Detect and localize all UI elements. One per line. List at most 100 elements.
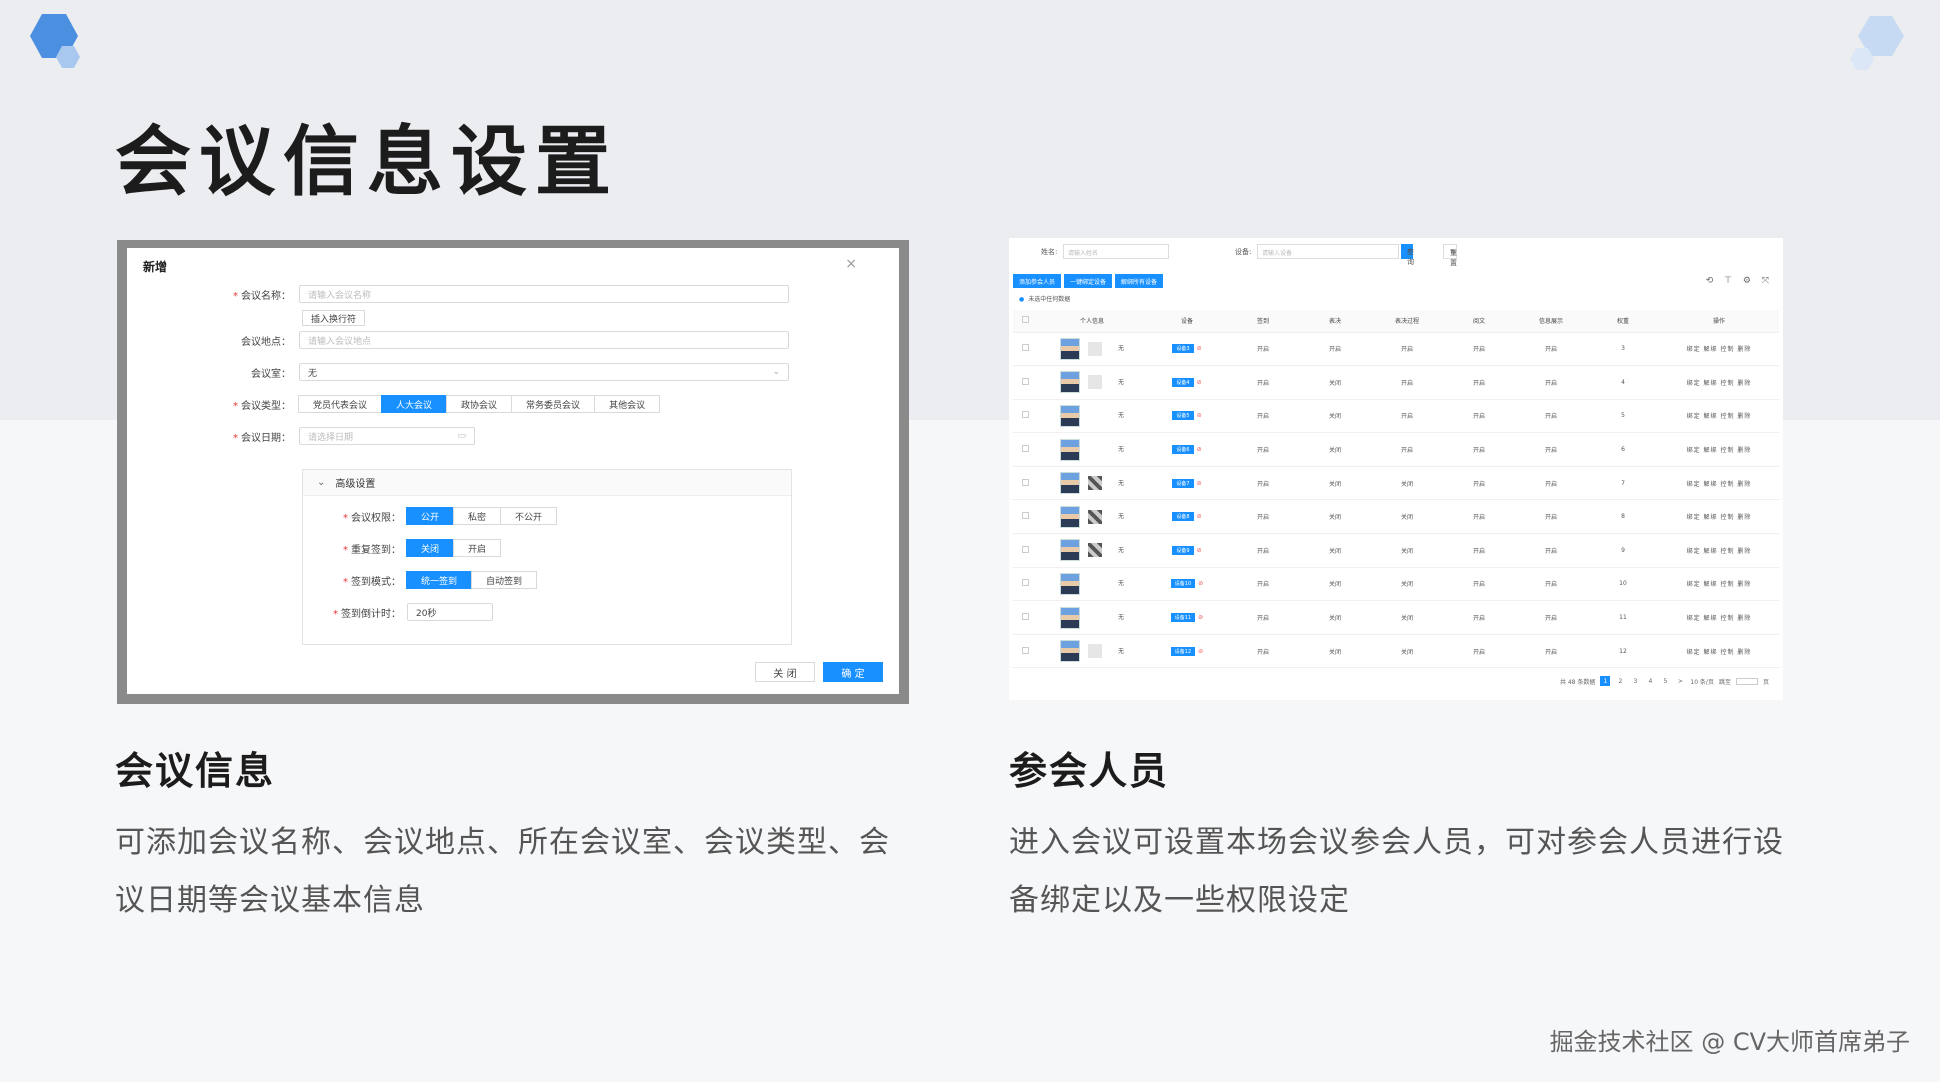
row-checkbox[interactable] bbox=[1021, 646, 1029, 654]
row-actions[interactable]: 绑定 解绑 控制 删除 bbox=[1659, 399, 1779, 434]
row-checkbox[interactable] bbox=[1021, 411, 1029, 419]
type-option[interactable]: 党员代表会议 bbox=[298, 395, 383, 413]
avatar bbox=[1059, 337, 1080, 360]
row-checkbox[interactable] bbox=[1021, 579, 1029, 587]
row-actions[interactable]: 绑定 解绑 控制 删除 bbox=[1659, 432, 1779, 467]
advanced-settings-header[interactable]: ⌄ 高级设置 bbox=[303, 470, 791, 496]
page-size-select[interactable]: 10 条/页 bbox=[1690, 677, 1714, 686]
table-row[interactable]: 无设备4 ⊘ 开启 关闭 开启 开启 开启 4 绑定 解绑 控制 删除 bbox=[1013, 365, 1779, 400]
table-row[interactable]: 无设备8 ⊘ 开启 关闭 关闭 开启 开启 8 绑定 解绑 控制 删除 bbox=[1013, 499, 1779, 535]
delete-device-icon[interactable]: ⊘ bbox=[1197, 345, 1202, 352]
device-filter-input[interactable]: 请输入设备 bbox=[1257, 244, 1399, 259]
meeting-room-row: 会议室： 无 ⌄ bbox=[127, 362, 789, 382]
row-checkbox[interactable] bbox=[1021, 377, 1029, 385]
confirm-button[interactable]: 确 定 bbox=[823, 662, 883, 682]
table-row[interactable]: 无设备6 ⊘ 开启 关闭 开启 开启 开启 6 绑定 解绑 控制 删除 bbox=[1013, 432, 1779, 467]
query-button[interactable]: ⌕ 查询 bbox=[1401, 244, 1414, 266]
device-tag[interactable]: 设备9 bbox=[1172, 545, 1194, 555]
delete-device-icon[interactable]: ⊘ bbox=[1198, 648, 1203, 655]
avatar bbox=[1059, 572, 1080, 595]
countdown-input[interactable]: 20秒 bbox=[407, 603, 493, 621]
permission-option[interactable]: 不公开 bbox=[500, 507, 558, 525]
row-checkbox[interactable] bbox=[1021, 478, 1029, 486]
meeting-date-picker[interactable]: 请选择日期 ▭ bbox=[299, 427, 475, 445]
name-filter-input[interactable]: 请输入姓名 bbox=[1063, 244, 1169, 259]
next-page-icon[interactable]: > bbox=[1675, 676, 1685, 686]
type-option-selected[interactable]: 人大会议 bbox=[381, 395, 448, 413]
page-button[interactable]: 2 bbox=[1615, 676, 1625, 686]
type-option[interactable]: 其他会议 bbox=[594, 395, 661, 413]
delete-device-icon[interactable]: ⊘ bbox=[1198, 580, 1203, 587]
close-button[interactable]: 关 闭 bbox=[755, 662, 815, 682]
device-tag[interactable]: 设备5 bbox=[1172, 411, 1194, 421]
delete-device-icon[interactable]: ⊘ bbox=[1197, 480, 1202, 487]
row-actions[interactable]: 绑定 解绑 控制 删除 bbox=[1659, 634, 1779, 669]
device-tag[interactable]: 设备4 bbox=[1172, 377, 1194, 387]
table-row[interactable]: 无设备9 ⊘ 开启 关闭 关闭 开启 开启 9 绑定 解绑 控制 删除 bbox=[1013, 533, 1779, 568]
unbind-devices-button[interactable]: 解绑所有设备 bbox=[1115, 274, 1164, 288]
row-checkbox[interactable] bbox=[1021, 545, 1029, 553]
table-row[interactable]: 无设备3 ⊘ 开启 开启 开启 开启 开启 3 绑定 解绑 控制 删除 bbox=[1013, 332, 1779, 367]
permission-option-selected[interactable]: 公开 bbox=[406, 507, 455, 525]
type-option[interactable]: 政协会议 bbox=[446, 395, 513, 413]
row-actions[interactable]: 绑定 解绑 控制 删除 bbox=[1659, 365, 1779, 400]
repeat-option[interactable]: 开启 bbox=[453, 539, 502, 557]
meeting-name-input[interactable]: 请输入会议名称 bbox=[299, 285, 789, 303]
row-actions[interactable]: 绑定 解绑 控制 删除 bbox=[1659, 567, 1779, 602]
device-tag[interactable]: 设备3 bbox=[1172, 344, 1194, 354]
delete-device-icon[interactable]: ⊘ bbox=[1197, 379, 1202, 386]
attendees-screenshot: 姓名: 请输入姓名 设备: 请输入设备 ⌕ 查询 ↻ 重置 添加参会人员 一键绑定设… bbox=[1009, 238, 1783, 700]
page-button[interactable]: 3 bbox=[1630, 676, 1640, 686]
page-button[interactable]: 4 bbox=[1645, 676, 1655, 686]
signin-mode-option[interactable]: 自动签到 bbox=[471, 571, 538, 589]
delete-device-icon[interactable]: ⊘ bbox=[1197, 513, 1202, 520]
signin-mode-option-selected[interactable]: 统一签到 bbox=[406, 571, 473, 589]
row-checkbox[interactable] bbox=[1021, 344, 1029, 352]
page-button[interactable]: 1 bbox=[1600, 676, 1611, 686]
meeting-room-select[interactable]: 无 ⌄ bbox=[299, 363, 789, 381]
meeting-location-input[interactable]: 请输入会议地点 bbox=[299, 331, 789, 349]
add-attendee-button[interactable]: 添加参会人员 bbox=[1013, 274, 1062, 288]
row-actions[interactable]: 绑定 解绑 控制 删除 bbox=[1659, 332, 1779, 367]
info-cell: 开启 bbox=[1515, 399, 1587, 434]
table-row[interactable]: 无设备11 ⊘ 开启 关闭 关闭 开启 开启 11 绑定 解绑 控制 删除 bbox=[1013, 600, 1779, 635]
avatar bbox=[1059, 404, 1080, 427]
device-tag[interactable]: 设备10 bbox=[1170, 579, 1196, 589]
delete-device-icon[interactable]: ⊘ bbox=[1197, 547, 1202, 554]
meeting-room-label: 会议室： bbox=[251, 368, 291, 380]
delete-device-icon[interactable]: ⊘ bbox=[1198, 614, 1203, 621]
row-checkbox[interactable] bbox=[1021, 613, 1029, 621]
table-tools-icons[interactable]: ⟲ ⊤ ⚙ ⤧ bbox=[1706, 276, 1773, 286]
reset-button[interactable]: ↻ 重置 bbox=[1443, 244, 1457, 267]
device-tag[interactable]: 设备7 bbox=[1172, 478, 1194, 488]
meeting-date-row: * 会议日期： 请选择日期 ▭ bbox=[127, 426, 475, 446]
row-actions[interactable]: 绑定 解绑 控制 删除 bbox=[1659, 499, 1779, 535]
vote-cell: 关闭 bbox=[1299, 634, 1371, 669]
close-icon[interactable]: × bbox=[845, 256, 857, 272]
type-option[interactable]: 常务委员会议 bbox=[511, 395, 596, 413]
jump-input[interactable] bbox=[1735, 677, 1758, 685]
delete-device-icon[interactable]: ⊘ bbox=[1197, 446, 1202, 453]
insert-newline-button[interactable]: 插入换行符 bbox=[302, 310, 366, 326]
table-row[interactable]: 无设备7 ⊘ 开启 关闭 关闭 开启 开启 7 绑定 解绑 控制 删除 bbox=[1013, 466, 1779, 501]
page-button[interactable]: 5 bbox=[1660, 676, 1670, 686]
table-row[interactable]: 无设备10 ⊘ 开启 关闭 关闭 开启 开启 10 绑定 解绑 控制 删除 bbox=[1013, 567, 1779, 602]
delete-device-icon[interactable]: ⊘ bbox=[1197, 412, 1202, 419]
device-tag[interactable]: 设备12 bbox=[1170, 646, 1196, 656]
row-checkbox[interactable] bbox=[1021, 512, 1029, 520]
select-all-checkbox[interactable] bbox=[1021, 316, 1029, 324]
table-row[interactable]: 无设备12 ⊘ 开启 关闭 关闭 开启 开启 12 绑定 解绑 控制 删除 bbox=[1013, 634, 1779, 669]
device-tag[interactable]: 设备6 bbox=[1172, 445, 1194, 455]
table-row[interactable]: 无设备5 ⊘ 开启 关闭 开启 开启 开启 5 绑定 解绑 控制 删除 bbox=[1013, 399, 1779, 434]
weight-cell: 4 bbox=[1587, 365, 1659, 400]
repeat-option-selected[interactable]: 关闭 bbox=[406, 539, 455, 557]
row-actions[interactable]: 绑定 解绑 控制 删除 bbox=[1659, 466, 1779, 501]
device-tag[interactable]: 设备8 bbox=[1172, 512, 1194, 522]
bind-devices-button[interactable]: 一键绑定设备 bbox=[1064, 274, 1113, 288]
row-actions[interactable]: 绑定 解绑 控制 删除 bbox=[1659, 600, 1779, 635]
permission-option[interactable]: 私密 bbox=[453, 507, 502, 525]
row-actions[interactable]: 绑定 解绑 控制 删除 bbox=[1659, 533, 1779, 568]
process-cell: 开启 bbox=[1371, 332, 1443, 367]
device-tag[interactable]: 设备11 bbox=[1170, 613, 1196, 623]
row-checkbox[interactable] bbox=[1021, 445, 1029, 453]
